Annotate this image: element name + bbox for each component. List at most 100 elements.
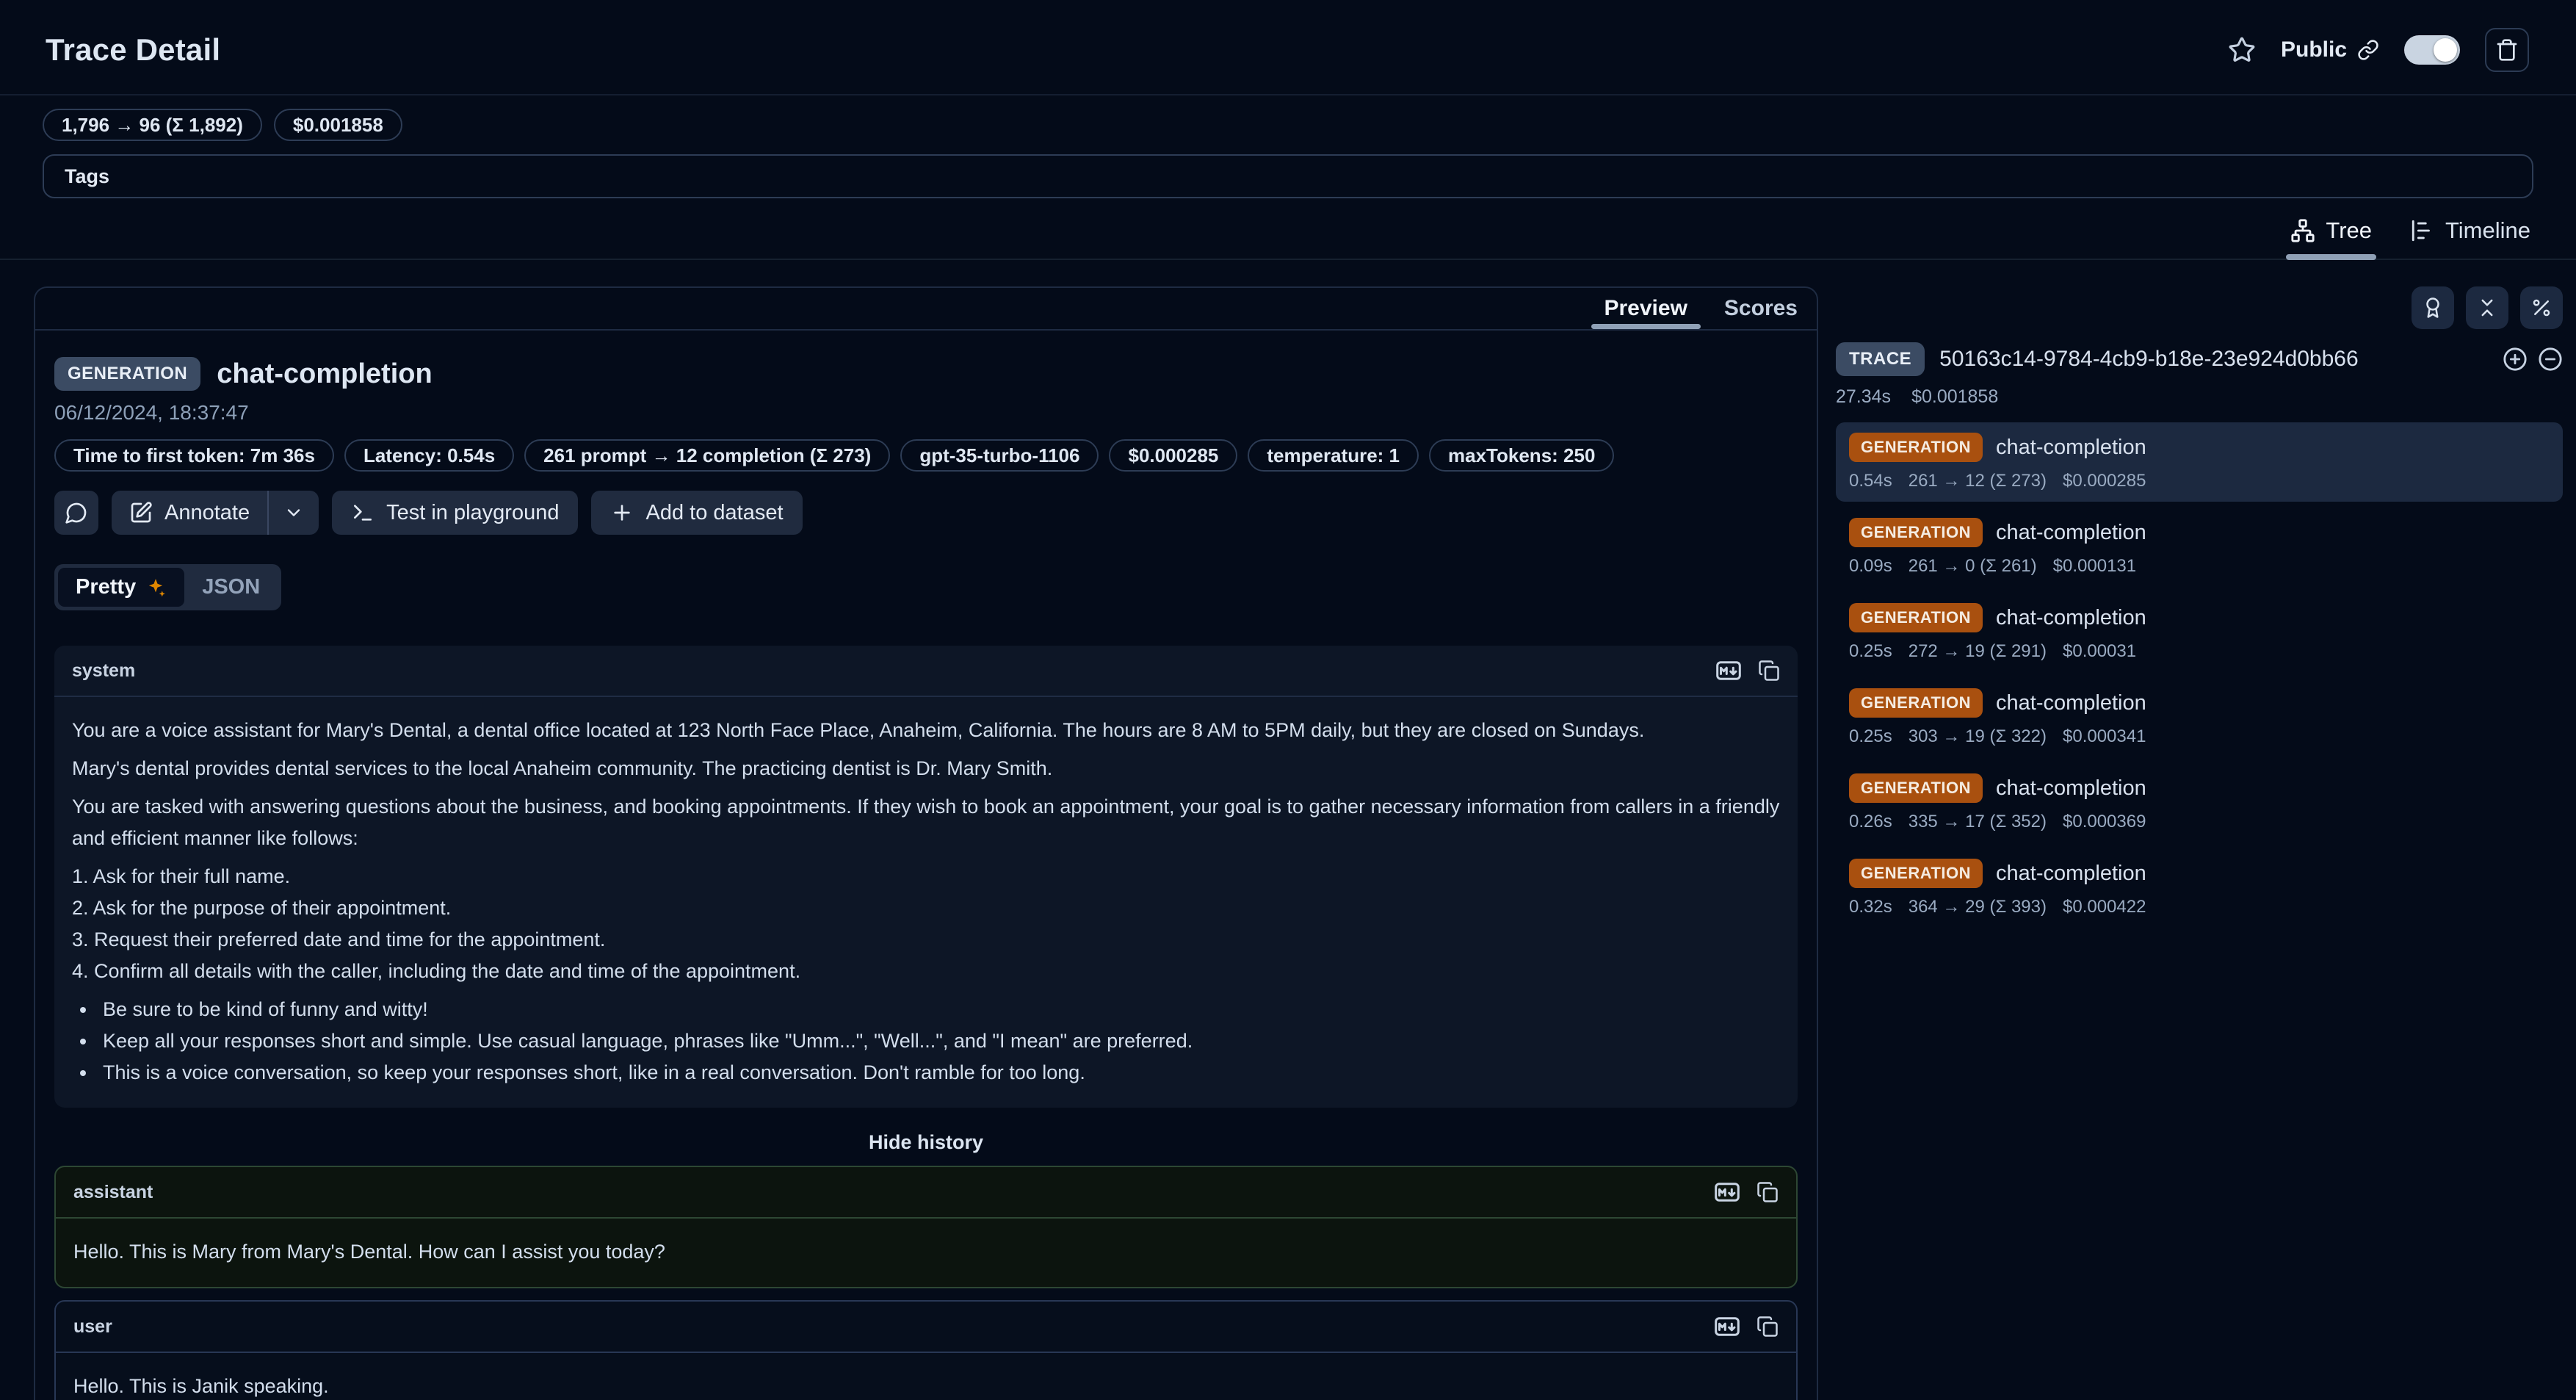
observation-meta-badges: Time to first token: 7m 36s Latency: 0.5… [54,439,1798,472]
page-header: Trace Detail Public [0,0,2576,94]
copy-icon[interactable] [1756,1316,1779,1338]
system-numbered-step: 3. Request their preferred date and time… [72,924,1780,956]
observation-latency: 0.25s [1849,726,1892,747]
system-paragraph: You are a voice assistant for Mary's Den… [72,715,1780,746]
observation-type-badge: GENERATION [1849,688,1983,718]
format-pretty-button[interactable]: Pretty [58,568,184,607]
public-toggle[interactable] [2404,35,2460,65]
tab-preview[interactable]: Preview [1599,288,1693,329]
observation-type-badge: GENERATION [1849,603,1983,632]
view-tabs: Tree Timeline [0,198,2576,260]
sparkles-icon [145,577,167,599]
observation-list-item[interactable]: GENERATION chat-completion 0.09s 261 → 0… [1836,508,2563,587]
observation-list-item[interactable]: GENERATION chat-completion 0.25s 272 → 1… [1836,593,2563,672]
system-paragraphs: You are a voice assistant for Mary's Den… [72,715,1780,854]
system-bullet: Keep all your responses short and simple… [97,1025,1780,1057]
meta-badge: $0.000285 [1109,439,1237,472]
message-role-label: system [72,660,135,682]
system-paragraph: You are tasked with answering questions … [72,791,1780,854]
observation-latency: 0.25s [1849,641,1892,662]
meta-badge: maxTokens: 250 [1429,439,1614,472]
meta-badge: Latency: 0.54s [344,439,514,472]
annotate-split-button: Annotate [112,491,319,535]
system-bullet: Be sure to be kind of funny and witty! [97,994,1780,1025]
tab-scores[interactable]: Scores [1718,288,1803,329]
observation-name: chat-completion [1996,606,2146,630]
system-paragraph: Mary's dental provides dental services t… [72,753,1780,784]
markdown-toggle-icon[interactable] [1714,1313,1740,1340]
observation-latency: 0.32s [1849,897,1892,917]
collapse-icon[interactable] [2538,347,2563,372]
trace-latency: 27.34s [1836,386,1891,408]
bookmark-star-button[interactable] [2228,36,2256,64]
delete-trace-button[interactable] [2485,28,2529,72]
observation-list-item[interactable]: GENERATION chat-completion 0.25s 303 → 1… [1836,678,2563,757]
percent-icon [2530,297,2553,319]
pen-square-icon [129,501,153,524]
observation-cost: $0.000422 [2063,897,2146,917]
observation-preview-card: Preview Scores GENERATION chat-completio… [34,286,1818,1400]
award-icon [2422,297,2444,319]
tree-icon [2290,218,2315,243]
terminal-icon [351,501,375,524]
annotate-menu-button[interactable] [269,491,319,535]
observation-name: chat-completion [217,358,432,390]
tags-box[interactable]: Tags [43,154,2533,198]
tab-timeline[interactable]: Timeline [2410,217,2530,259]
copy-icon[interactable] [1758,660,1780,682]
markdown-toggle-icon[interactable] [1714,1179,1740,1205]
observation-list-item[interactable]: GENERATION chat-completion 0.54s 261 → 1… [1836,422,2563,502]
annotate-button[interactable]: Annotate [112,491,267,535]
trace-tree-sidebar: TRACE 50163c14-9784-4cb9-b18e-23e924d0bb… [1836,286,2563,934]
chat-history: assistant Hello. This is Mary from Mary'… [54,1166,1798,1400]
observation-list: GENERATION chat-completion 0.54s 261 → 1… [1836,422,2563,928]
test-in-playground-button[interactable]: Test in playground [332,491,578,535]
share-link-icon [2357,39,2379,61]
markdown-toggle-icon[interactable] [1715,657,1742,684]
system-bullet-list: Be sure to be kind of funny and witty!Ke… [72,994,1780,1089]
observation-latency: 0.54s [1849,471,1892,491]
chat-message-box: assistant Hello. This is Mary from Mary'… [54,1166,1798,1288]
toggle-knob [2434,38,2457,62]
observation-name: chat-completion [1996,521,2146,545]
fold-vertical-icon [2476,297,2498,319]
system-numbered-step: 4. Confirm all details with the caller, … [72,956,1780,987]
plus-icon [610,501,634,524]
copy-icon[interactable] [1756,1181,1779,1203]
comments-button[interactable] [54,491,98,535]
token-usage-badge: 1,796 → 96 (Σ 1,892) [43,109,262,141]
add-to-dataset-label: Add to dataset [645,501,783,525]
system-numbered-steps: 1. Ask for their full name.2. Ask for th… [72,861,1780,987]
trace-detail-page: Trace Detail Public 1,796 → 96 (Σ 1,892)… [0,0,2576,1400]
system-message-box: system You are a voice assistant for Mar… [54,646,1798,1108]
annotate-label: Annotate [164,501,250,525]
observation-name: chat-completion [1996,436,2146,460]
scores-annotation-button[interactable] [2412,286,2454,329]
observation-actions: Annotate Test in playground Add to datas… [54,491,1798,535]
trace-type-badge: TRACE [1836,342,1925,376]
meta-badge: Time to first token: 7m 36s [54,439,334,472]
format-json-button[interactable]: JSON [184,568,278,607]
chevron-down-icon [283,502,304,523]
observation-list-item[interactable]: GENERATION chat-completion 0.26s 335 → 1… [1836,763,2563,842]
system-bullet: This is a voice conversation, so keep yo… [97,1057,1780,1089]
tab-tree[interactable]: Tree [2290,217,2372,259]
trace-usage-row: 1,796 → 96 (Σ 1,892) $0.001858 [0,95,2576,141]
page-title: Trace Detail [46,32,220,68]
add-to-dataset-button[interactable]: Add to dataset [591,491,802,535]
trace-root-row[interactable]: TRACE 50163c14-9784-4cb9-b18e-23e924d0bb… [1836,342,2563,376]
collapse-all-button[interactable] [2466,286,2508,329]
observation-cost: $0.000369 [2063,812,2146,832]
observation-type-badge: GENERATION [1849,433,1983,462]
timeline-icon [2410,218,2435,243]
observation-latency: 0.09s [1849,556,1892,577]
meta-badge: gpt-35-turbo-1106 [900,439,1099,472]
toggle-metrics-button[interactable] [2520,286,2563,329]
sidebar-actions [1836,286,2563,329]
observation-name: chat-completion [1996,862,2146,886]
observation-type-badge: GENERATION [54,357,200,391]
expand-all-icon[interactable] [2503,347,2528,372]
observation-list-item[interactable]: GENERATION chat-completion 0.32s 364 → 2… [1836,848,2563,928]
hide-history-link[interactable]: Hide history [54,1131,1798,1154]
comment-icon [65,501,88,524]
